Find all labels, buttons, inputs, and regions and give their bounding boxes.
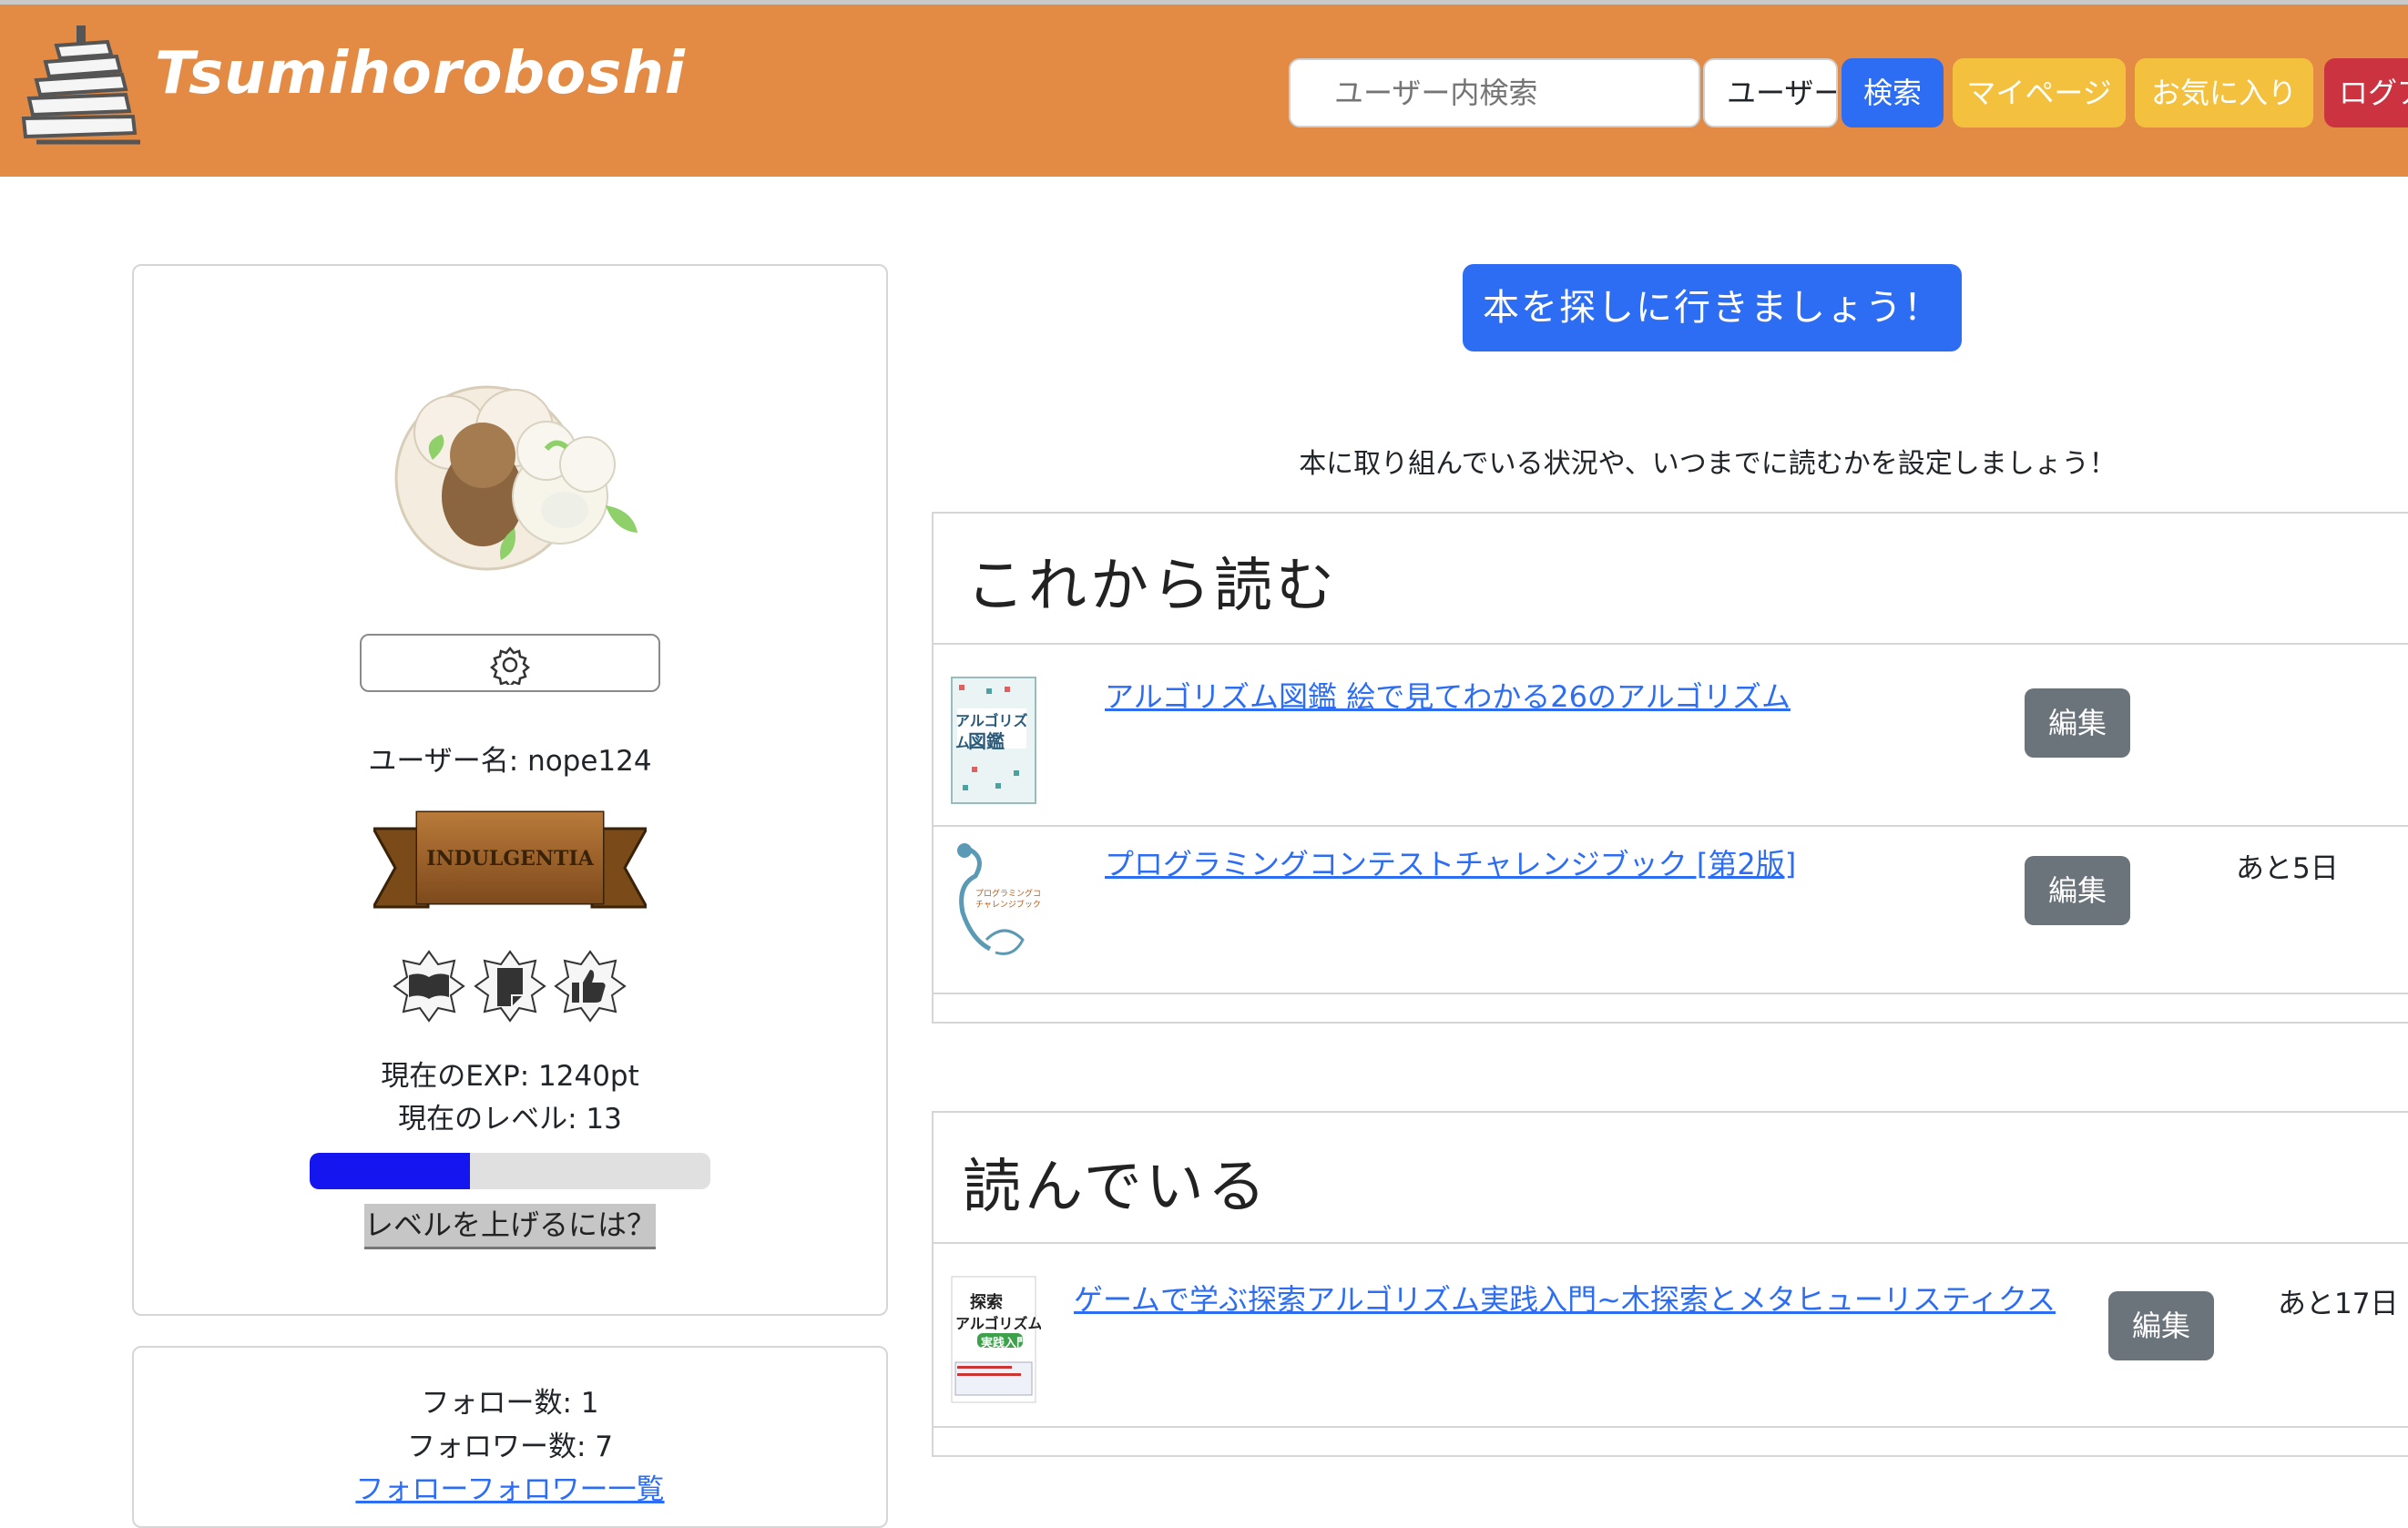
avatar [394, 385, 638, 571]
level-label: 現在のレベル: 13 [398, 1103, 622, 1136]
edit-button[interactable]: 編集 [2025, 688, 2130, 758]
brand-title[interactable]: Tsumihoroboshi [155, 40, 686, 107]
follow-count: フォロー数: 1 [421, 1387, 599, 1420]
divider [934, 993, 2408, 994]
mypage-button[interactable]: マイページ [1953, 58, 2126, 127]
username-label: ユーザー名: nope124 [368, 745, 652, 778]
section-reading: 読んでいる 探索 アルゴリズム 実践入門 ゲームで学ぶ探索アルゴリズム実践入門~… [932, 1111, 2408, 1457]
book-stack-logo-icon[interactable] [20, 25, 144, 148]
follower-count: フォロワー数: 7 [406, 1431, 614, 1463]
book-open-icon [393, 950, 465, 1023]
cover-title: アルゴリズム [955, 1315, 1041, 1332]
divider [934, 825, 2408, 827]
book-cover: 探索 アルゴリズム 実践入門 [950, 1275, 1041, 1407]
level-progress-bar [310, 1153, 710, 1189]
divider [934, 643, 2408, 645]
user-search-input[interactable] [1289, 58, 1700, 127]
edit-button[interactable]: 編集 [2108, 1291, 2214, 1360]
find-books-button[interactable]: 本を探しに行きましょう！ [1463, 264, 1962, 351]
profile-settings-button[interactable] [360, 634, 660, 692]
exp-label: 現在のEXP: 1240pt [381, 1060, 639, 1093]
cover-title: 探索 [970, 1293, 1003, 1312]
edit-button[interactable]: 編集 [2025, 856, 2130, 925]
level-up-help-button[interactable]: レベルを上げるには？ [364, 1204, 656, 1249]
logout-button[interactable]: ログアウト [2324, 58, 2408, 127]
book-title-link[interactable]: アルゴリズム図鑑 絵で見てわかる26のアルゴリズム [1105, 674, 1791, 716]
remaining-days: あと17日 [2278, 1288, 2399, 1320]
section-to-read: これから読む アルゴリズム 図鑑 アルゴリズム図鑑 絵で見てわかる26のアルゴリ… [932, 512, 2408, 1024]
remaining-days: あと5日 [2236, 852, 2339, 885]
book-cover: アルゴリズム 図鑑 [950, 676, 1041, 808]
search-scope-select[interactable]: ユーザー [1703, 58, 1838, 127]
book-title-link[interactable]: ゲームで学ぶ探索アルゴリズム実践入門~木探索とメタヒューリスティクス [1074, 1277, 2056, 1319]
thumbs-up-icon [554, 950, 627, 1023]
cover-title: 実践入門 [981, 1337, 1029, 1350]
divider [934, 1242, 2408, 1244]
divider [934, 1426, 2408, 1428]
book-title-link[interactable]: プログラミングコンテストチャレンジブック [第2版] [1105, 841, 1796, 883]
title-badge-text: INDULGENTIA [426, 847, 594, 871]
search-button[interactable]: 検索 [1842, 58, 1944, 127]
section-title: これから読む [966, 553, 1338, 620]
cover-title: 図鑑 [968, 730, 1005, 752]
level-progress-fill [310, 1153, 470, 1189]
gear-icon [490, 646, 530, 685]
book-note-icon [474, 950, 546, 1023]
instruction-text: 本に取り組んでいる状況や、いつまでに読むかを設定しましょう！ [1299, 448, 2117, 480]
follow-list-link[interactable]: フォローフォロワー一覧 [132, 1466, 888, 1507]
section-title: 読んでいる [963, 1154, 1270, 1221]
favorites-button[interactable]: お気に入り [2135, 58, 2313, 127]
cover-title: チャレンジブック [975, 901, 1041, 910]
book-cover: プログラミングコンテスト チャレンジブック [950, 840, 1041, 972]
